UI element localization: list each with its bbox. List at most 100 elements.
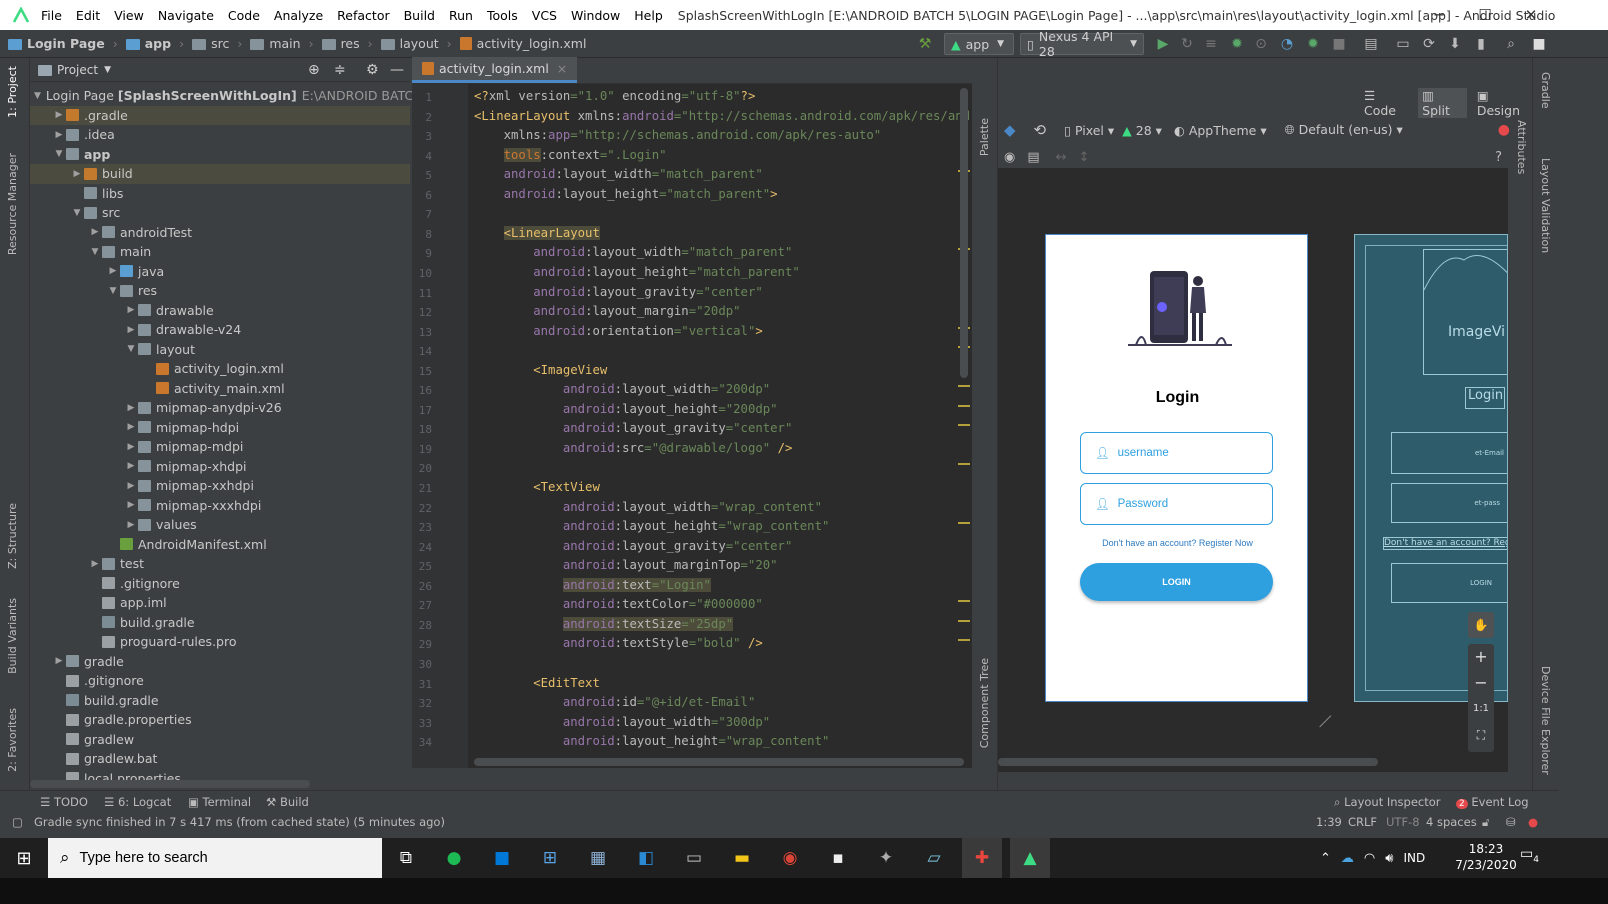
file-encoding[interactable]: UTF-8 [1386,815,1420,829]
code-line[interactable]: tools:context=".Login" [474,147,667,162]
code-line[interactable]: <TextView [474,480,600,494]
tree-item[interactable]: ▶ mipmap-xxxhdpi [30,496,410,516]
status-toggle-icon[interactable]: ▢ [12,815,23,829]
tab-device-file-explorer[interactable]: Device File Explorer [1539,666,1552,775]
build-tab[interactable]: ⚒ Build [266,795,309,809]
notes-icon[interactable]: ▱ [914,838,954,878]
menu-navigate[interactable]: Navigate [151,8,221,23]
tree-item[interactable]: ▼ main [30,242,410,262]
eye-icon[interactable]: ◉ [1004,150,1015,165]
tree-item[interactable]: ▼ res [30,281,410,301]
warning-marker[interactable] [958,522,970,525]
menu-refactor[interactable]: Refactor [330,8,396,23]
project-structure-icon[interactable]: ▤ [1362,34,1380,54]
menu-window[interactable]: Window [564,8,627,23]
code-line[interactable]: android:layout_width="match_parent" [474,245,792,259]
status-message[interactable]: Gradle sync finished in 7 s 417 ms (from… [34,815,445,829]
store-icon[interactable]: ⊞ [530,838,570,878]
code-line[interactable]: xmlns:app="http://schemas.android.com/ap… [474,128,882,142]
expand-arrow-icon[interactable]: ▶ [124,422,138,432]
tree-item[interactable]: ▶ gradle [30,652,410,672]
minimize-button[interactable]: ─ [1416,0,1462,30]
code-line[interactable]: android:layout_height="wrap_content" [474,734,830,748]
search-icon[interactable]: ⌕ [1502,34,1520,54]
layers-icon[interactable]: ◆ [1004,121,1016,139]
code-line[interactable]: android:src="@drawable/logo" /> [474,441,793,455]
help-icon[interactable]: ? [1495,150,1502,165]
tree-item[interactable]: ▶ mipmap-xhdpi [30,457,410,477]
language-indicator[interactable]: IND [1403,851,1425,865]
expand-arrow-icon[interactable]: ▶ [124,305,138,315]
expand-arrow-icon[interactable]: ▶ [52,656,66,666]
tree-item[interactable]: ▼ app [30,145,410,165]
tree-item[interactable]: ▶ mipmap-xxhdpi [30,476,410,496]
expand-arrow-icon[interactable]: ▶ [106,266,120,276]
username-input[interactable]: 👤︎ username [1080,432,1273,474]
tree-item[interactable]: ▶ mipmap-mdpi [30,437,410,457]
error-icon[interactable]: ● [1498,122,1510,138]
login-button[interactable]: LOGIN [1080,563,1273,601]
tab-resource-manager[interactable]: Resource Manager [6,153,19,255]
android-studio-taskbar-icon[interactable]: ▲ [1010,838,1050,878]
tree-item[interactable]: ▶ mipmap-hdpi [30,418,410,438]
locate-icon[interactable]: ⊕ [308,62,320,78]
menu-vcs[interactable]: VCS [525,8,564,23]
expand-arrow-icon[interactable]: ▶ [70,169,84,179]
zoom-fit-icon[interactable]: ⛶ [1468,722,1494,748]
gear-icon[interactable]: ⚙ [366,62,379,78]
stop-icon[interactable]: ■ [1330,34,1348,54]
editor-hscrollbar[interactable] [474,758,964,766]
blueprint-toggle-icon[interactable]: ▤ [1027,150,1039,165]
pan-hand-icon[interactable]: ✋ [1468,612,1494,638]
code-line[interactable]: android:layout_marginTop="20" [474,558,778,572]
calculator-icon[interactable]: ▦ [578,838,618,878]
expand-arrow-icon[interactable]: ▼ [106,286,120,296]
zoom-out-button[interactable]: − [1468,670,1494,696]
hide-icon[interactable]: — [390,62,404,78]
expand-arrow-icon[interactable]: ▶ [124,481,138,491]
code-line[interactable]: android:textSize="25dp" [474,616,734,631]
breadcrumb-file[interactable]: activity_login.xml [459,36,586,51]
code-line[interactable]: android:textStyle="bold" /> [474,636,763,650]
wifi-icon[interactable]: ◠ [1364,851,1375,866]
tree-item[interactable]: ▼ src [30,203,410,223]
orientation-icon[interactable]: ⟲ [1034,121,1047,139]
expand-arrow-icon[interactable]: ▼ [34,91,41,101]
expand-arrow-icon[interactable]: ▶ [124,461,138,471]
warning-marker[interactable] [958,600,970,603]
tree-item[interactable]: app.iml [30,593,410,613]
app-red-icon[interactable]: ✚ [962,838,1002,878]
tree-item[interactable]: activity_main.xml [30,379,410,399]
tree-item[interactable]: .gitignore [30,574,410,594]
code-line[interactable]: <LinearLayout [474,225,600,240]
logcat-tab[interactable]: ☰ 6: Logcat [104,795,171,809]
tree-item[interactable]: ▶ build [30,164,410,184]
api-select[interactable]: ▲ 28 ▾ [1122,123,1162,138]
tree-item[interactable]: ▶ java [30,262,410,282]
chrome-icon[interactable]: ◉ [770,838,810,878]
zoom-actual-button[interactable]: 1:1 [1468,696,1494,722]
code-line[interactable]: android:layout_width="300dp" [474,715,770,729]
tree-item[interactable]: build.gradle [30,613,410,633]
pan-vertical-icon[interactable]: ↕ [1079,150,1090,165]
breadcrumb-project[interactable]: Login Page › [8,36,118,51]
code-mode-button[interactable]: ☰ Code [1364,88,1408,118]
tab-palette[interactable]: Palette [978,118,991,156]
menu-edit[interactable]: Edit [69,8,107,23]
code-area[interactable]: <?xml version="1.0" encoding="utf-8"?> <L… [412,84,1007,768]
expand-arrow-icon[interactable]: ▼ [124,344,138,354]
tab-project[interactable]: 1: Project [6,66,19,118]
hammer-icon[interactable]: ⚒ [916,34,934,54]
warning-marker[interactable] [958,385,970,388]
event-log-tab[interactable]: 2 Event Log [1456,795,1529,809]
file-explorer-icon[interactable]: ▬ [722,838,762,878]
code-line[interactable]: android:orientation="vertical"> [474,324,763,338]
theme-select[interactable]: ◐ AppTheme ▾ [1174,123,1267,138]
device-manager-icon[interactable]: ▮ [1472,34,1490,54]
error-indicator-icon[interactable]: ● [1528,815,1538,829]
layout-inspector-tab[interactable]: ⌕ Layout Inspector [1334,795,1441,810]
collapse-all-icon[interactable]: ≑ [334,62,346,78]
menu-file[interactable]: File [34,8,69,23]
spotify-icon[interactable]: ● [434,838,474,878]
tab-favorites[interactable]: 2: Favorites [6,708,19,772]
